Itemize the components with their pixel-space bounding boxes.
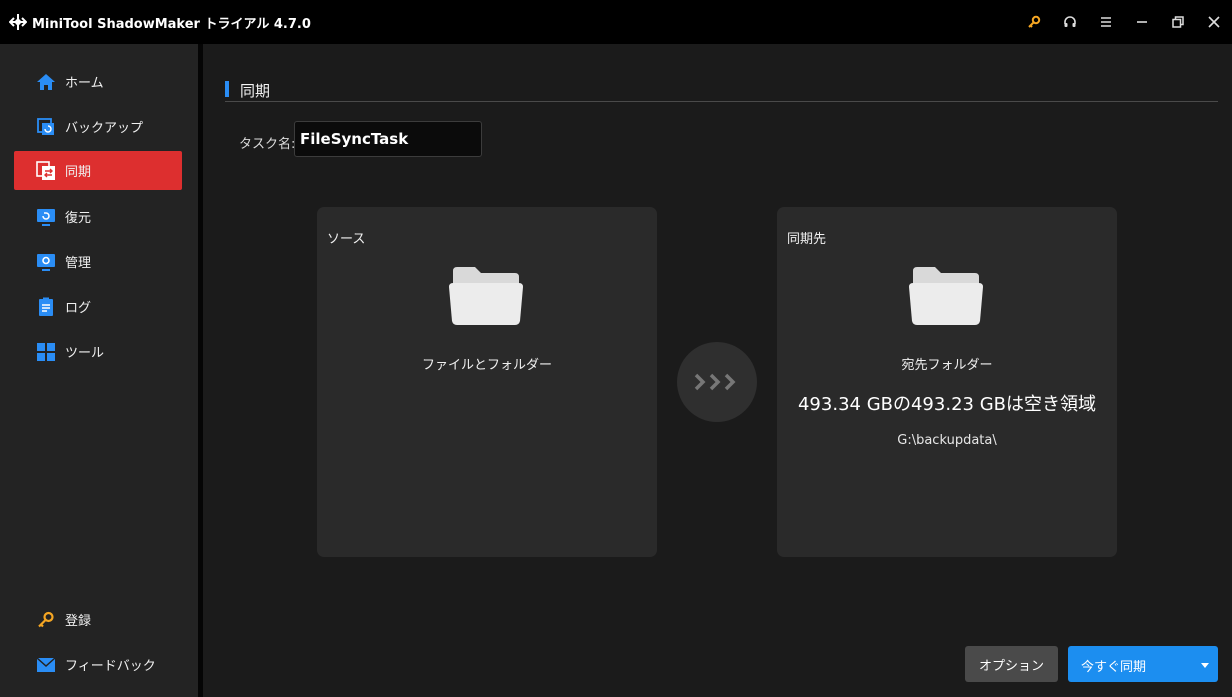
sidebar-item-label: バックアップ — [65, 121, 144, 136]
source-subtitle: ファイルとフォルダー — [421, 358, 552, 373]
minimize-icon[interactable] — [1124, 0, 1160, 44]
page-title: 同期 — [240, 82, 271, 100]
triple-chevron-icon — [694, 373, 736, 391]
destination-path: G:\backupdata\ — [897, 433, 997, 448]
destination-title: 同期先 — [787, 232, 827, 247]
options-button[interactable]: オプション — [965, 646, 1058, 682]
task-name-input[interactable] — [294, 121, 482, 157]
caret-down-icon[interactable] — [1201, 658, 1209, 673]
title-bar: MiniTool ShadowMaker トライアル 4.7.0 — [0, 0, 1232, 44]
sidebar-item-register[interactable]: 登録 — [14, 600, 182, 639]
sidebar-item-label: 復元 — [65, 211, 92, 226]
destination-subtitle: 宛先フォルダー — [901, 358, 993, 373]
key-icon[interactable] — [1016, 0, 1052, 44]
sidebar-item-label: ツール — [65, 346, 105, 361]
restore-icon[interactable] — [1160, 0, 1196, 44]
sidebar-item-tools[interactable]: ツール — [14, 332, 182, 371]
free-space-text: 493.34 GBの493.23 GBは空き領域 — [797, 394, 1096, 415]
sidebar-item-backup[interactable]: バックアップ — [14, 107, 182, 146]
sidebar-item-log[interactable]: ログ — [14, 287, 182, 326]
sync-icon — [35, 160, 57, 182]
sidebar-item-label: ホーム — [65, 76, 104, 91]
log-icon — [35, 296, 57, 318]
logo-icon — [8, 12, 28, 32]
section-accent-bar — [225, 81, 229, 97]
source-panel[interactable]: ソース ファイルとフォルダー — [317, 207, 657, 557]
main-content: 同期 タスク名: ソース ファイルとフォルダー 同期先 宛先フォル — [203, 44, 1232, 697]
sidebar-item-label: 管理 — [65, 256, 92, 271]
sidebar-item-label: 同期 — [65, 165, 92, 180]
sidebar-item-sync[interactable]: 同期 — [14, 151, 182, 190]
sidebar-item-manage[interactable]: 管理 — [14, 242, 182, 281]
sidebar-item-home[interactable]: ホーム — [14, 62, 182, 101]
sidebar: ホーム バックアップ 同期 復元 管理 ログ ツール 登録 フィードバック — [0, 44, 198, 697]
home-icon — [35, 71, 57, 93]
folder-icon — [449, 261, 523, 329]
mail-icon — [35, 654, 57, 676]
key-icon — [35, 609, 57, 631]
headset-icon[interactable] — [1052, 0, 1088, 44]
sidebar-item-restore[interactable]: 復元 — [14, 197, 182, 236]
task-name-label: タスク名: — [239, 137, 296, 152]
destination-panel[interactable]: 同期先 宛先フォルダー 493.34 GBの493.23 GBは空き領域 G:\… — [777, 207, 1117, 557]
sidebar-item-label: ログ — [65, 301, 92, 316]
manage-icon — [35, 251, 57, 273]
tools-icon — [35, 341, 57, 363]
sync-direction-arrow — [677, 342, 757, 422]
sync-now-label: 今すぐ同期 — [1081, 660, 1147, 675]
app-title: MiniTool ShadowMaker トライアル 4.7.0 — [32, 16, 311, 32]
section-header: 同期 — [225, 80, 1218, 102]
backup-icon — [35, 116, 57, 138]
source-title: ソース — [327, 232, 366, 247]
sync-now-button[interactable]: 今すぐ同期 — [1068, 646, 1218, 682]
sidebar-item-label: フィードバック — [65, 659, 156, 674]
folder-icon — [909, 261, 983, 329]
menu-icon[interactable] — [1088, 0, 1124, 44]
close-icon[interactable] — [1196, 0, 1232, 44]
sidebar-item-feedback[interactable]: フィードバック — [14, 645, 182, 684]
sidebar-item-label: 登録 — [65, 614, 92, 629]
restore-icon — [35, 206, 57, 228]
